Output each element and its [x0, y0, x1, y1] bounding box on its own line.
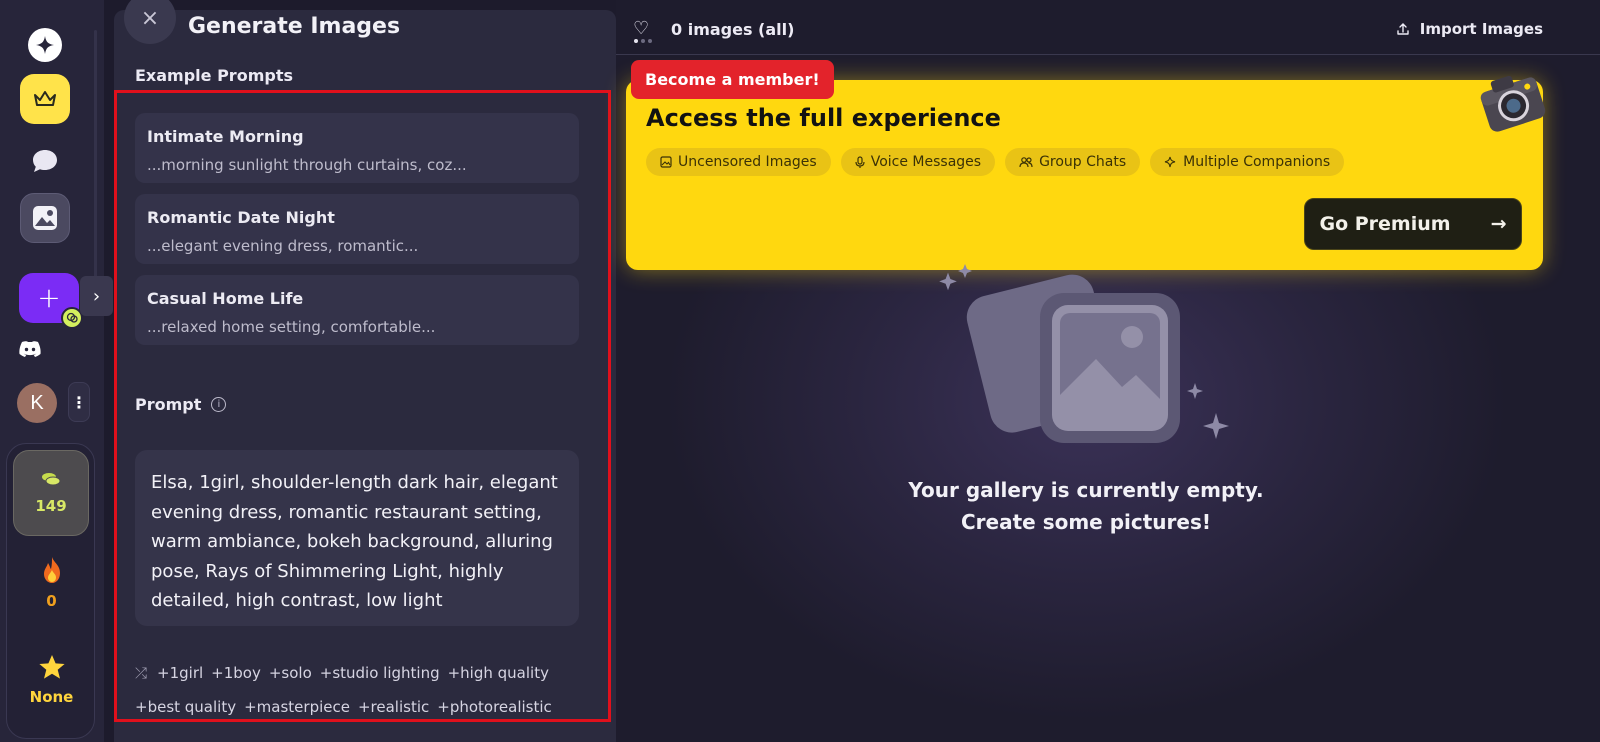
example-prompt-title: Romantic Date Night	[147, 208, 335, 227]
microphone-icon	[855, 155, 865, 168]
coins-button[interactable]: 149	[13, 450, 89, 536]
gallery-button[interactable]	[20, 193, 70, 243]
chats-button[interactable]	[20, 136, 70, 186]
premium-button[interactable]	[20, 74, 70, 124]
shuffle-icon[interactable]: ⤮	[135, 664, 147, 682]
plus-icon: +	[37, 281, 61, 314]
tag-chip[interactable]: +solo	[269, 664, 312, 682]
heart-icon[interactable]: ♡	[633, 18, 649, 39]
left-rail: + › K ⋮ 149 0 None	[0, 0, 113, 742]
feature-uncensored-images: Uncensored Images	[646, 148, 831, 176]
tag-chip[interactable]: +1boy	[211, 664, 261, 682]
crown-icon	[34, 91, 56, 106]
gallery-toolbar: ♡ 0 images (all) Import Images	[616, 0, 1600, 55]
close-panel-button[interactable]: ×	[124, 0, 176, 44]
import-images-button[interactable]: Import Images	[1396, 20, 1543, 38]
expand-sidebar-button[interactable]: ›	[80, 276, 113, 316]
coin-balance: 149	[35, 497, 67, 515]
tag-chip[interactable]: +1girl	[157, 664, 203, 682]
image-icon	[660, 156, 672, 168]
example-prompts-label: Example Prompts	[135, 66, 293, 85]
create-companion-button[interactable]: +	[19, 273, 83, 329]
feature-voice-messages: Voice Messages	[840, 148, 996, 176]
sparkle-icon[interactable]	[28, 28, 62, 62]
tag-chip[interactable]: +masterpiece	[244, 698, 350, 716]
info-icon[interactable]: i	[211, 397, 227, 412]
feature-group-chats: Group Chats	[1005, 148, 1141, 176]
streak-value: 0	[46, 592, 57, 610]
level-value: None	[29, 688, 74, 706]
chevron-right-icon: ›	[92, 285, 101, 307]
feature-multiple-companions: Multiple Companions	[1150, 148, 1345, 176]
empty-gallery-line2: Create some pictures!	[961, 510, 1211, 534]
example-prompt-card[interactable]: Romantic Date Night ...elegant evening d…	[135, 194, 579, 264]
tag-chip[interactable]: +studio lighting	[320, 664, 440, 682]
more-options-button[interactable]: ⋮	[68, 382, 90, 422]
premium-promo-card: Access the full experience Uncensored Im…	[626, 75, 1546, 270]
star-icon	[38, 655, 65, 679]
go-premium-label: Go Premium	[1319, 213, 1451, 235]
example-prompt-card[interactable]: Intimate Morning ...morning sunlight thr…	[135, 113, 579, 183]
example-prompt-title: Casual Home Life	[147, 289, 304, 308]
generate-images-panel: × Generate Images Example Prompts Intima…	[114, 0, 616, 742]
sparkles-icon	[1165, 156, 1176, 167]
user-avatar[interactable]: K	[17, 383, 57, 423]
vertical-dots-icon: ⋮	[71, 392, 87, 412]
example-prompt-desc: ...morning sunlight through curtains, co…	[147, 156, 467, 174]
example-prompt-desc: ...elegant evening dress, romantic...	[147, 237, 419, 255]
discord-icon[interactable]	[18, 337, 42, 361]
image-icon	[33, 206, 57, 230]
empty-gallery-line1: Your gallery is currently empty.	[908, 478, 1264, 502]
rail-scrollbar[interactable]	[94, 30, 97, 290]
stats-panel: 149 0 None	[6, 443, 95, 739]
example-prompt-card[interactable]: Casual Home Life ...relaxed home setting…	[135, 275, 579, 345]
go-premium-button[interactable]: Go Premium →	[1304, 198, 1522, 250]
import-images-label: Import Images	[1419, 20, 1543, 38]
prompt-label: Prompt i	[135, 395, 227, 414]
fire-icon	[43, 557, 60, 583]
close-icon: ×	[140, 5, 160, 31]
filter-dots	[634, 39, 652, 43]
prompt-textarea[interactable]: Elsa, 1girl, shoulder-length dark hair, …	[135, 450, 579, 626]
premium-features: Uncensored Images Voice Messages Group C…	[646, 148, 1345, 176]
gallery-area: ♡ 0 images (all) Import Images Become a …	[616, 0, 1600, 742]
example-prompt-desc: ...relaxed home setting, comfortable...	[147, 318, 436, 336]
prompt-label-text: Prompt	[135, 395, 202, 414]
tag-suggestions: ⤮ +1girl +1boy +solo +studio lighting +high q…	[135, 656, 595, 724]
arrow-right-icon: →	[1490, 213, 1507, 235]
coins-icon	[42, 473, 61, 486]
tag-chip[interactable]: +high quality	[448, 664, 549, 682]
camera-icon	[1480, 75, 1546, 132]
empty-gallery-illustration-icon	[939, 264, 1229, 443]
promo-title: Access the full experience	[646, 104, 1001, 132]
tag-chip[interactable]: +realistic	[358, 698, 429, 716]
chat-bubble-icon	[33, 150, 57, 172]
image-count: 0 images (all)	[671, 20, 795, 39]
example-prompt-title: Intimate Morning	[147, 127, 304, 146]
tag-chip[interactable]: +best quality	[135, 698, 236, 716]
become-member-badge[interactable]: Become a member!	[631, 60, 834, 99]
upload-icon	[1397, 23, 1409, 35]
users-icon	[1019, 157, 1033, 168]
panel-title: Generate Images	[188, 14, 401, 39]
streak-stat[interactable]: 0	[7, 556, 96, 610]
level-stat[interactable]: None	[7, 654, 96, 706]
tag-chip[interactable]: +photorealistic	[437, 698, 552, 716]
empty-gallery-message: Your gallery is currently empty. Create …	[886, 474, 1286, 538]
